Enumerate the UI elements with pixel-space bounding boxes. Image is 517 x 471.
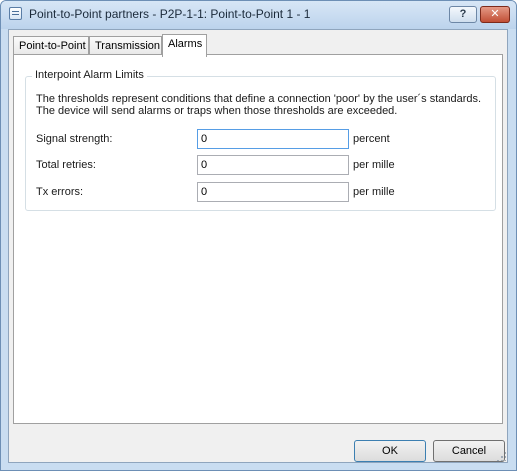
interpoint-alarm-limits-group: Interpoint Alarm Limits The thresholds r…: [25, 69, 496, 211]
title-bar[interactable]: Point-to-Point partners - P2P-1-1: Point…: [1, 1, 516, 29]
signal-strength-input[interactable]: [197, 129, 349, 149]
signal-strength-unit: percent: [353, 133, 390, 145]
close-button[interactable]: ✕: [480, 6, 510, 23]
cancel-button[interactable]: Cancel: [433, 440, 505, 462]
alarms-tab-panel: Interpoint Alarm Limits The thresholds r…: [13, 54, 503, 424]
dialog-window: Point-to-Point partners - P2P-1-1: Point…: [0, 0, 517, 471]
tx-errors-unit: per mille: [353, 186, 395, 198]
tx-errors-label: Tx errors:: [36, 186, 84, 198]
group-title: Interpoint Alarm Limits: [32, 69, 147, 81]
window-title: Point-to-Point partners - P2P-1-1: Point…: [29, 7, 311, 21]
total-retries-unit: per mille: [353, 159, 395, 171]
ok-button[interactable]: OK: [354, 440, 426, 462]
description: The thresholds represent conditions that…: [36, 93, 491, 117]
dialog-client-area: Point-to-Point Transmission Alarms Inter…: [8, 29, 508, 463]
tab-point-to-point[interactable]: Point-to-Point: [13, 36, 89, 55]
signal-strength-label: Signal strength:: [36, 133, 113, 145]
tab-transmission[interactable]: Transmission: [89, 36, 162, 55]
total-retries-input[interactable]: [197, 155, 349, 175]
tab-alarms[interactable]: Alarms: [162, 34, 207, 57]
total-retries-label: Total retries:: [36, 159, 96, 171]
window-icon: [9, 7, 22, 20]
description-line-1: The thresholds represent conditions that…: [36, 93, 482, 105]
help-button[interactable]: ?: [449, 6, 477, 23]
tx-errors-input[interactable]: [197, 182, 349, 202]
description-line-2: The device will send alarms or traps whe…: [36, 105, 398, 117]
